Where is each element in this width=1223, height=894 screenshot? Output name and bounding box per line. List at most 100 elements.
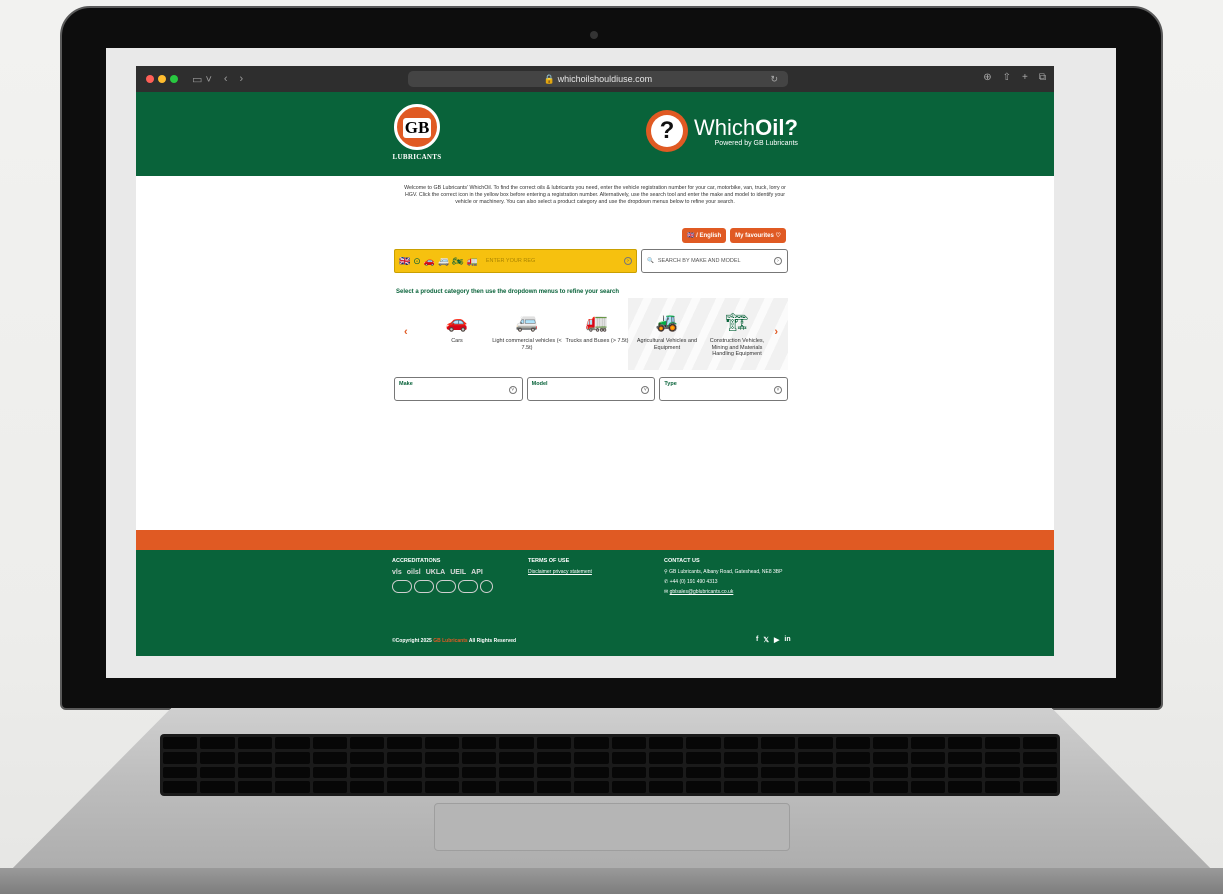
truck-icon: 🚛 — [585, 312, 609, 332]
chevron-down-icon[interactable]: ⊙ — [413, 256, 421, 267]
share-icon[interactable]: ⇧ — [1003, 72, 1011, 83]
x-icon[interactable]: 𝕏 — [763, 636, 769, 644]
search-row: 🇬🇧 ⊙ 🚗 🚐 🏍 🚛 ENTER YOUR REG › 🔍 SEARCH B… — [394, 249, 788, 273]
address-bar[interactable]: 🔒 whichoilshouldiuse.com ↻ — [408, 71, 788, 87]
tractor-icon: 🚜 — [655, 312, 679, 332]
contact-title: CONTACT US — [664, 558, 700, 564]
make-label: Make — [399, 381, 413, 387]
motorbike-icon[interactable]: 🏍 — [452, 256, 463, 267]
url-text: whichoilshouldiuse.com — [557, 74, 653, 84]
category-carousel: ‹ › 🚗 Cars 🚐 Light commercial vehicles (… — [394, 298, 788, 370]
truck-icon[interactable]: 🚛 — [467, 256, 478, 267]
disclaimer-link[interactable]: Disclaimer privacy statement — [528, 569, 592, 575]
terms-title: TERMS OF USE — [528, 558, 570, 564]
reload-icon[interactable]: ↻ — [770, 74, 778, 85]
gb-logo-text: GB — [403, 118, 431, 138]
sidebar-icon[interactable]: ▭ ˅ — [192, 73, 212, 86]
linkedin-icon[interactable]: in — [784, 636, 790, 644]
back-icon[interactable]: ‹ — [224, 73, 228, 86]
browser-toolbar: ▭ ˅ ‹ › 🔒 whichoilshouldiuse.com ↻ ⊕ ⇧ +… — [136, 66, 1054, 92]
toolbar-icons: ⊕ ⇧ + ⧉ — [983, 72, 1046, 83]
category-cars[interactable]: 🚗 Cars — [422, 312, 492, 358]
camera — [590, 31, 598, 39]
chevron-down-icon: ˅ — [641, 386, 650, 394]
make-dropdown[interactable]: Make ˅ — [394, 377, 523, 401]
carousel-next-icon[interactable]: › — [774, 326, 778, 338]
new-tab-icon[interactable]: + — [1022, 72, 1028, 83]
type-dropdown[interactable]: Type ˅ — [659, 377, 789, 401]
gb-logo-subtitle: LUBRICANTS — [392, 153, 442, 161]
make-model-input[interactable]: SEARCH BY MAKE AND MODEL — [658, 258, 774, 264]
social-links: f 𝕏 ▶ in — [756, 636, 791, 644]
category-agricultural[interactable]: 🚜 Agricultural Vehicles and Equipment — [632, 312, 702, 358]
car-icon[interactable]: 🚗 — [424, 256, 435, 267]
reg-search-box[interactable]: 🇬🇧 ⊙ 🚗 🚐 🏍 🚛 ENTER YOUR REG › — [394, 249, 637, 273]
forward-icon[interactable]: › — [240, 73, 244, 86]
reg-submit-icon[interactable]: › — [624, 257, 632, 265]
email-line[interactable]: ✉ gblsales@gblubricants.co.uk — [664, 589, 782, 595]
reg-input[interactable]: ENTER YOUR REG — [486, 258, 624, 264]
filter-dropdowns: Make ˅ Model ˅ Type ˅ — [394, 377, 789, 401]
contact-section: CONTACT US ⚲ GB Lubricants, Albany Road,… — [664, 558, 782, 599]
copyright-brand[interactable]: GB Lubricants — [433, 638, 467, 644]
which-oil-tagline: Powered by GB Lubricants — [714, 139, 798, 147]
laptop-front-edge — [0, 868, 1223, 894]
van-icon: 🚐 — [515, 312, 539, 332]
vls-logo: vls — [392, 569, 402, 576]
accreditations-section: ACCREDITATIONS vls oilsl UKLA UEIL API — [392, 558, 493, 593]
copyright-suffix: All Rights Reserved — [468, 638, 517, 644]
copyright: ©Copyright 2025 GB Lubricants All Rights… — [392, 638, 516, 644]
search-icon: 🔍 — [647, 258, 654, 264]
terms-section: TERMS OF USE Disclaimer privacy statemen… — [528, 558, 592, 579]
address-line: ⚲ GB Lubricants, Albany Road, Gateshead,… — [664, 569, 782, 575]
iso-badges — [392, 580, 493, 593]
site-footer: ACCREDITATIONS vls oilsl UKLA UEIL API T… — [136, 550, 1054, 656]
tabs-icon[interactable]: ⧉ — [1039, 72, 1046, 83]
facebook-icon[interactable]: f — [756, 636, 758, 644]
download-icon[interactable]: ⊕ — [983, 72, 991, 83]
language-label: / English — [696, 233, 722, 239]
ueil-logo: UEIL — [450, 569, 467, 576]
which-oil-logo[interactable]: ? WhichOil? Powered by GB Lubricants — [646, 110, 798, 152]
youtube-icon[interactable]: ▶ — [774, 636, 779, 644]
favourites-button[interactable]: My favourites ♡ — [730, 228, 786, 243]
forklift-icon: 🏗 — [725, 312, 749, 332]
make-model-search[interactable]: 🔍 SEARCH BY MAKE AND MODEL › — [641, 249, 788, 273]
carousel-prev-icon[interactable]: ‹ — [404, 326, 408, 338]
type-label: Type — [664, 381, 677, 387]
search-submit-icon[interactable]: › — [774, 257, 782, 265]
van-icon[interactable]: 🚐 — [438, 256, 449, 267]
chevron-down-icon: ˅ — [508, 386, 517, 394]
which-oil-prefix: Which — [694, 114, 756, 140]
iso-badge — [392, 580, 412, 593]
trackpad — [434, 803, 790, 851]
chevron-down-icon: ˅ — [774, 386, 783, 394]
phone-icon: ✆ — [664, 579, 669, 585]
minimize-window-button[interactable] — [158, 75, 166, 83]
cert-badge — [480, 580, 493, 593]
iso-badge — [414, 580, 434, 593]
uk-flag-icon[interactable]: 🇬🇧 — [399, 256, 410, 267]
language-favourites-row: 🇬🇧 / English My favourites ♡ — [682, 228, 786, 243]
which-oil-title: WhichOil? — [694, 114, 798, 140]
email-text: gblsales@gblubricants.co.uk — [669, 589, 734, 595]
model-dropdown[interactable]: Model ˅ — [526, 377, 656, 401]
copyright-prefix: ©Copyright 2025 — [392, 638, 432, 644]
category-trucks-buses[interactable]: 🚛 Trucks and Buses (> 7.5t) — [562, 312, 632, 358]
category-construction[interactable]: 🏗 Construction Vehicles, Mining and Mate… — [702, 312, 772, 358]
language-button[interactable]: 🇬🇧 / English — [682, 228, 727, 243]
gb-lubricants-logo[interactable]: GB LUBRICANTS — [390, 104, 444, 161]
category-list: 🚗 Cars 🚐 Light commercial vehicles (< 7.… — [422, 312, 772, 358]
browser-window: ▭ ˅ ‹ › 🔒 whichoilshouldiuse.com ↻ ⊕ ⇧ +… — [136, 66, 1054, 656]
close-window-button[interactable] — [146, 75, 154, 83]
maximize-window-button[interactable] — [170, 75, 178, 83]
email-icon: ✉ — [664, 589, 669, 595]
category-light-commercial[interactable]: 🚐 Light commercial vehicles (< 7.5t) — [492, 312, 562, 358]
phone-line[interactable]: ✆ +44 (0) 191 490 4313 — [664, 579, 782, 585]
accreditations-title: ACCREDITATIONS — [392, 558, 441, 564]
window-controls — [146, 75, 178, 83]
location-pin-icon: ⚲ — [664, 569, 668, 575]
category-label: Trucks and Buses (> 7.5t) — [565, 338, 629, 344]
footer-orange-band — [136, 530, 1054, 550]
category-heading: Select a product category then use the d… — [396, 289, 620, 295]
